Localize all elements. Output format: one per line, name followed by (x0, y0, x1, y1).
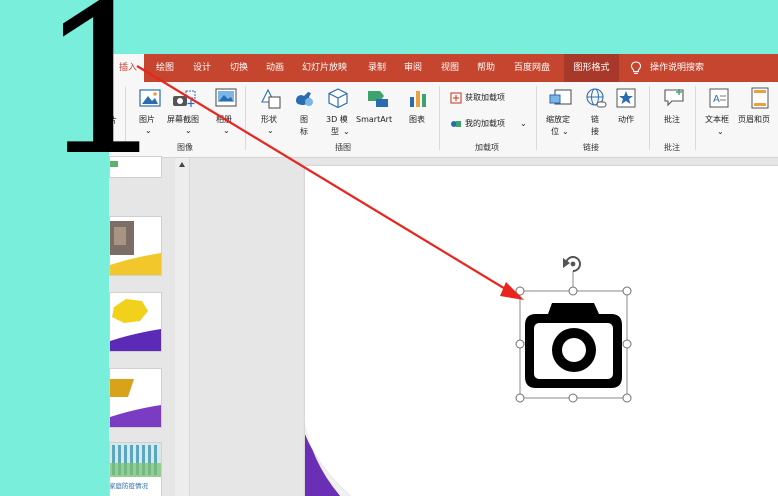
link-button-line2[interactable]: 接 (591, 126, 599, 138)
3d-model-icon (328, 88, 348, 109)
comment-icon (664, 89, 684, 107)
separator (536, 86, 537, 150)
icons-button-line2[interactable]: 标 (300, 126, 308, 138)
link-icon (586, 88, 607, 108)
action-button[interactable]: 动作 (618, 114, 634, 126)
link-button-line1[interactable]: 链 (591, 114, 599, 126)
action-icon (616, 88, 636, 108)
textbox-dropdown[interactable]: ⌄ (717, 126, 724, 138)
my-addins-dropdown[interactable]: ⌄ (520, 118, 527, 130)
textbox-button[interactable]: 文本框 (705, 114, 729, 126)
lightbulb-icon (630, 61, 642, 74)
separator (649, 86, 650, 150)
my-addins-button[interactable]: 我的加载项 (465, 118, 505, 130)
zoom-button-line2[interactable]: 位 (551, 126, 559, 138)
album-dropdown[interactable]: ⌄ (223, 125, 230, 137)
slide-thumbnail[interactable] (109, 216, 162, 276)
tab-review[interactable]: 审阅 (404, 54, 422, 82)
shapes-icon (261, 88, 281, 109)
group-label-images: 图像 (177, 143, 193, 152)
tab-baidu-netdisk[interactable]: 百度网盘 (514, 54, 550, 82)
slide-artwork (305, 420, 351, 496)
tell-me-search[interactable]: 操作说明搜索 (650, 54, 704, 82)
separator (439, 86, 440, 150)
group-label-links: 链接 (583, 143, 599, 152)
tab-slideshow[interactable]: 幻灯片放映 (302, 54, 347, 82)
3d-model-dropdown[interactable]: ⌄ (343, 126, 350, 138)
icons-button-line1[interactable]: 图 (300, 114, 308, 126)
tab-help[interactable]: 帮助 (477, 54, 495, 82)
my-addins-icon (451, 121, 461, 127)
chart-button[interactable]: 图表 (409, 114, 425, 126)
group-label-addins: 加载项 (475, 143, 499, 152)
smartart-icon (368, 91, 388, 107)
thumbnail-scrollbar[interactable] (175, 158, 190, 496)
ribbon-insert: 片 图片 ⌄ 屏幕截图 ⌄ 相册 ⌄ 图像 形状 ⌄ 图 标 3D 模 型 ⌄ … (109, 82, 778, 158)
get-addins-button[interactable]: 获取加载项 (465, 92, 505, 104)
3d-model-button-line1[interactable]: 3D 模 (326, 114, 348, 126)
thumbnail-caption: 家庭防疫情况 (109, 482, 148, 490)
ribbon-tab-bar: 插入 绘图 设计 切换 动画 幻灯片放映 录制 审阅 视图 帮助 百度网盘 图形… (109, 54, 778, 82)
header-footer-button[interactable]: 页眉和页 (738, 114, 770, 126)
separator (245, 86, 246, 150)
slide-canvas[interactable] (305, 166, 778, 496)
step-number-overlay: 1 (38, 0, 169, 201)
zoom-icon (549, 89, 572, 105)
tab-animations[interactable]: 动画 (266, 54, 284, 82)
shapes-dropdown[interactable]: ⌄ (267, 125, 274, 137)
get-addins-icon (450, 92, 462, 104)
zoom-button-line1[interactable]: 缩放定 (546, 114, 570, 126)
header-footer-icon (751, 87, 769, 109)
slide-thumbnails-pane: 家庭防疫情况 (109, 156, 167, 496)
scroll-up-icon[interactable] (178, 161, 186, 169)
slide-thumbnail[interactable] (109, 368, 162, 428)
icons-icon (296, 92, 313, 106)
group-label-comments: 批注 (664, 143, 680, 152)
separator (695, 86, 696, 150)
slide-thumbnail[interactable]: 家庭防疫情况 (109, 442, 162, 496)
screenshot-button[interactable]: 屏幕截图 (167, 114, 199, 126)
tab-record[interactable]: 录制 (368, 54, 386, 82)
zoom-dropdown[interactable]: ⌄ (562, 126, 569, 138)
screenshot-dropdown[interactable]: ⌄ (185, 125, 192, 137)
tab-design[interactable]: 设计 (193, 54, 211, 82)
slide-thumbnail[interactable] (109, 292, 162, 352)
comment-button[interactable]: 批注 (664, 114, 680, 126)
tab-shape-format[interactable]: 图形格式 (564, 54, 619, 82)
powerpoint-window: 插入 绘图 设计 切换 动画 幻灯片放映 录制 审阅 视图 帮助 百度网盘 图形… (109, 54, 778, 496)
chart-icon (410, 91, 426, 107)
screenshot-icon (173, 90, 196, 107)
tab-transitions[interactable]: 切换 (230, 54, 248, 82)
smartart-button[interactable]: SmartArt (356, 114, 392, 126)
photo-album-icon (215, 88, 237, 107)
3d-model-button-line2[interactable]: 型 (331, 126, 339, 138)
svg-text:A: A (713, 94, 720, 105)
group-label-illustrations: 插图 (335, 143, 351, 152)
textbox-icon: A (709, 88, 729, 108)
tab-view[interactable]: 视图 (441, 54, 459, 82)
